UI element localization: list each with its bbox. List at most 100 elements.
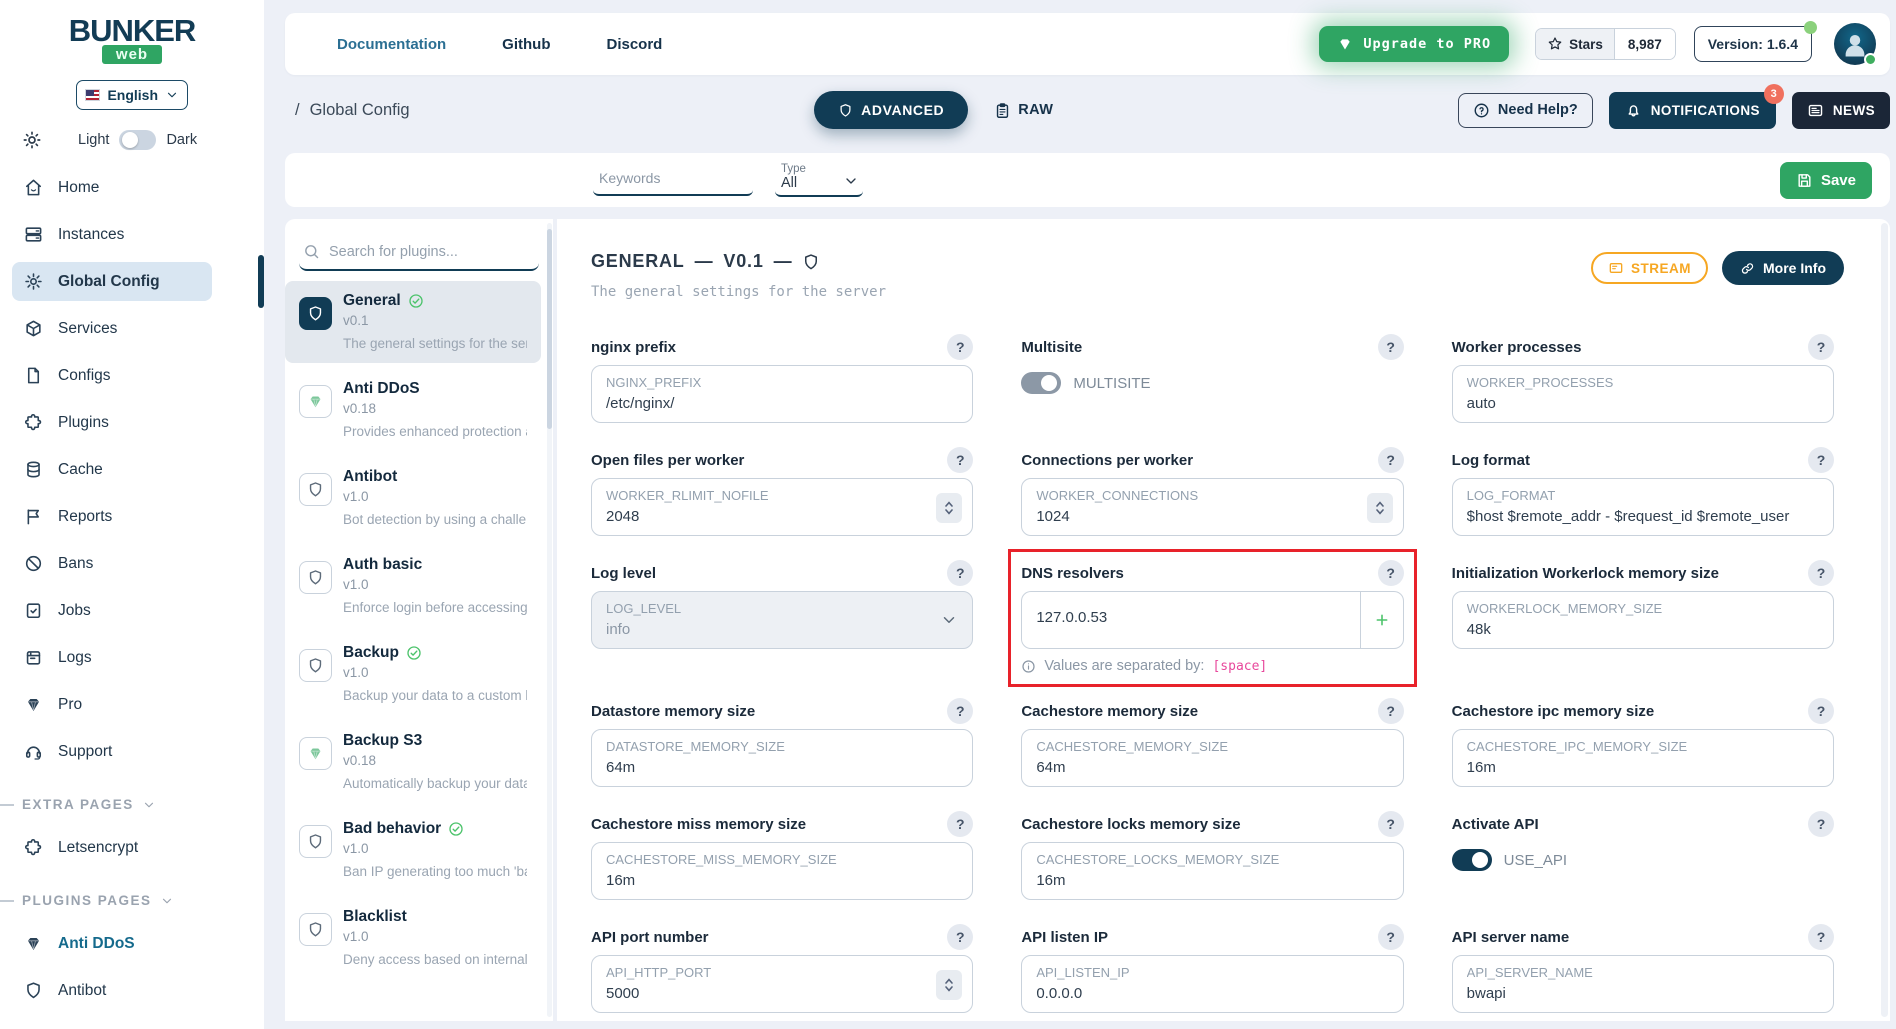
field-select[interactable]: LOG_LEVEL info — [591, 591, 974, 649]
field-input[interactable]: 127.0.0.53 — [1021, 591, 1360, 649]
help-icon[interactable]: ? — [1377, 811, 1404, 837]
news-button[interactable]: NEWS — [1791, 91, 1890, 129]
topbar-link-discord[interactable]: Discord — [581, 35, 663, 53]
field-input[interactable]: API_LISTEN_IP 0.0.0.0 — [1021, 955, 1404, 1013]
sidebar-item-antibot[interactable]: Antibot — [12, 971, 212, 1010]
sidebar-item-letsencrypt[interactable]: Letsencrypt — [12, 828, 212, 867]
plugin-list-item-backup-s3[interactable]: Backup S3 v0.18 Automatically backup your … — [285, 721, 541, 803]
help-icon[interactable]: ? — [947, 811, 974, 837]
sidebar-item-bans[interactable]: Bans — [12, 544, 212, 583]
toggle-use_api[interactable] — [1451, 849, 1492, 871]
field-input[interactable]: DATASTORE_MEMORY_SIZE 64m — [591, 729, 974, 787]
save-button[interactable]: Save — [1779, 161, 1872, 199]
field-input[interactable]: WORKER_CONNECTIONS 1024 — [1021, 478, 1404, 536]
server-icon — [24, 225, 43, 244]
online-status-dot — [1864, 53, 1877, 66]
field-input[interactable]: CACHESTORE_IPC_MEMORY_SIZE 16m — [1451, 729, 1834, 787]
avatar[interactable] — [1834, 23, 1877, 66]
help-icon[interactable]: ? — [1377, 334, 1404, 360]
number-stepper[interactable] — [936, 970, 963, 1000]
sidebar-section-header[interactable]: PLUGINS PAGES — [0, 893, 264, 908]
help-icon[interactable]: ? — [1808, 924, 1834, 950]
sidebar-item-global-config[interactable]: Global Config — [12, 255, 264, 308]
help-icon[interactable]: ? — [1808, 334, 1834, 360]
help-icon[interactable]: ? — [947, 447, 974, 473]
toggle-multisite[interactable] — [1021, 372, 1062, 394]
tab-advanced[interactable]: ADVANCED — [814, 91, 969, 129]
help-icon[interactable]: ? — [1808, 560, 1834, 586]
sidebar-item-pro[interactable]: Pro — [12, 685, 212, 724]
field-input[interactable]: CACHESTORE_MEMORY_SIZE 64m — [1021, 729, 1404, 787]
notifications-button[interactable]: NOTIFICATIONS 3 — [1608, 83, 1784, 129]
help-icon[interactable]: ? — [947, 924, 974, 950]
sidebar-item-reports[interactable]: Reports — [12, 497, 212, 536]
help-icon[interactable]: ? — [1808, 811, 1834, 837]
sidebar-item-configs[interactable]: Configs — [12, 356, 212, 395]
type-select[interactable]: Type All — [775, 163, 863, 197]
help-icon[interactable]: ? — [1377, 447, 1404, 473]
help-icon[interactable]: ? — [947, 560, 974, 586]
help-icon[interactable]: ? — [947, 334, 974, 360]
field-label: Activate API — [1451, 815, 1539, 833]
add-value-button[interactable] — [1359, 591, 1404, 649]
version-badge[interactable]: Version: 1.6.4 — [1693, 21, 1817, 62]
help-icon[interactable]: ? — [1377, 924, 1404, 950]
field-input[interactable]: LOG_FORMAT $host $remote_addr - $request_… — [1451, 478, 1834, 536]
plugin-tile — [299, 473, 332, 506]
topbar-link-github[interactable]: Github — [476, 35, 550, 53]
sidebar-item-label: Instances — [58, 225, 125, 243]
field-input[interactable]: CACHESTORE_LOCKS_MEMORY_SIZE 16m — [1021, 842, 1404, 900]
tab-raw[interactable]: RAW — [994, 102, 1053, 119]
plugin-list-item-backup[interactable]: Backup v1.0 Backup your data to a custom l… — [285, 633, 541, 715]
field-label: Cachestore memory size — [1021, 702, 1199, 720]
sidebar-item-logs[interactable]: Logs — [12, 638, 212, 677]
sidebar-item-cache[interactable]: Cache — [12, 450, 212, 489]
field-var-name: CACHESTORE_LOCKS_MEMORY_SIZE — [1036, 852, 1280, 867]
keywords-input[interactable]: Keywords — [593, 164, 753, 196]
topbar-link-documentation[interactable]: Documentation — [311, 35, 446, 53]
help-icon[interactable]: ? — [947, 698, 974, 724]
form-scrollbar-track[interactable] — [1881, 223, 1888, 1017]
topbar-links: Documentation Github Discord — [311, 35, 692, 53]
plugin-search-input[interactable]: Search for plugins... — [299, 239, 539, 271]
plugin-list-item-anti-ddos[interactable]: Anti DDoS v0.18 Provides enhanced protecti… — [285, 369, 541, 451]
plugin-list-item-antibot[interactable]: Antibot v1.0 Bot detection by using a chal… — [285, 457, 541, 539]
theme-switch[interactable] — [119, 130, 157, 150]
field-input[interactable]: NGINX_PREFIX/etc/nginx/ — [591, 365, 974, 423]
need-help-button[interactable]: Need Help? — [1457, 92, 1593, 128]
plugin-list-item-general[interactable]: General v0.1 The general settings for the … — [285, 281, 541, 363]
plugin-list-item-auth-basic[interactable]: Auth basic v1.0 Enforce login before acces… — [285, 545, 541, 627]
field-input[interactable]: API_HTTP_PORT 5000 — [591, 955, 974, 1013]
stream-badge[interactable]: STREAM — [1591, 252, 1708, 284]
upgrade-to-pro-button[interactable]: Upgrade to PRO — [1319, 26, 1510, 62]
help-icon[interactable]: ? — [1808, 447, 1834, 473]
sidebar-item-home[interactable]: Home — [12, 168, 212, 207]
field-input[interactable]: WORKER_PROCESSES auto — [1451, 365, 1834, 423]
field-input[interactable]: API_SERVER_NAME bwapi — [1451, 955, 1834, 1013]
field-value: 16m — [1036, 872, 1066, 889]
field-input[interactable]: WORKERLOCK_MEMORY_SIZE 48k — [1451, 591, 1834, 649]
github-stars-widget[interactable]: Stars 8,987 — [1535, 28, 1676, 60]
field-input[interactable]: WORKER_RLIMIT_NOFILE 2048 — [591, 478, 974, 536]
field-input[interactable]: CACHESTORE_MISS_MEMORY_SIZE 16m — [591, 842, 974, 900]
sidebar-item-support[interactable]: Support — [12, 732, 212, 771]
help-icon[interactable]: ? — [1377, 560, 1404, 586]
sidebar-item-jobs[interactable]: Jobs — [12, 591, 212, 630]
plugin-settings-header: GENERAL — V0.1 — The general settings fo… — [557, 219, 1890, 300]
sidebar-item-instances[interactable]: Instances — [12, 215, 212, 254]
sidebar-item-services[interactable]: Services — [12, 309, 212, 348]
sidebar-section-header[interactable]: EXTRA PAGES — [0, 797, 264, 812]
plugin-list-item-blacklist[interactable]: Blacklist v1.0 Deny access based on intern… — [285, 897, 541, 979]
help-icon[interactable]: ? — [1377, 698, 1404, 724]
sidebar-item-plugins[interactable]: Plugins — [12, 403, 212, 442]
language-select[interactable]: English — [76, 80, 188, 110]
number-stepper[interactable] — [1366, 493, 1393, 523]
sidebar-item-anti-ddos[interactable]: Anti DDoS — [12, 924, 212, 963]
help-icon[interactable]: ? — [1808, 698, 1834, 724]
more-info-button[interactable]: More Info — [1722, 251, 1844, 285]
breadcrumb-current[interactable]: Global Config — [310, 101, 410, 120]
plugin-list-item-bad-behavior[interactable]: Bad behavior v1.0 Ban IP generating too mu… — [285, 809, 541, 891]
number-stepper[interactable] — [936, 493, 963, 523]
plugin-name-row: Bad behavior — [343, 820, 527, 838]
plugin-scrollbar-thumb[interactable] — [547, 229, 552, 429]
